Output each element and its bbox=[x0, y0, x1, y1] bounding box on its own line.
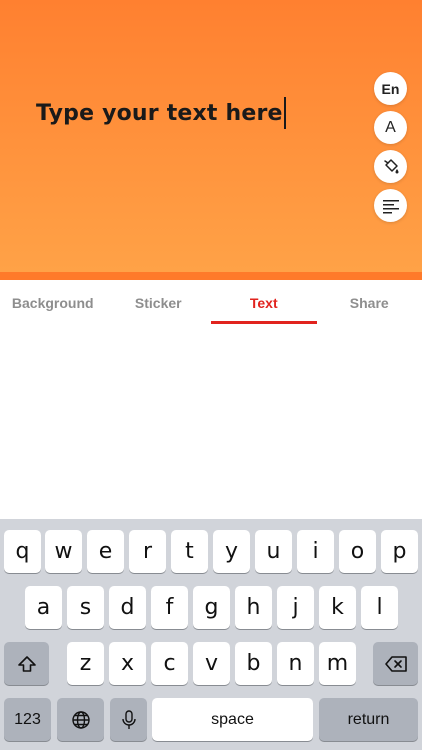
key-s[interactable]: s bbox=[67, 586, 104, 629]
key-a[interactable]: a bbox=[25, 586, 62, 629]
dictation-key[interactable] bbox=[110, 698, 147, 741]
return-key[interactable]: return bbox=[319, 698, 418, 741]
key-i[interactable]: i bbox=[297, 530, 334, 573]
globe-icon bbox=[71, 710, 90, 729]
key-n[interactable]: n bbox=[277, 642, 314, 685]
key-l[interactable]: l bbox=[361, 586, 398, 629]
key-e[interactable]: e bbox=[87, 530, 124, 573]
key-x[interactable]: x bbox=[109, 642, 146, 685]
key-r[interactable]: r bbox=[129, 530, 166, 573]
paint-bucket-icon bbox=[383, 158, 398, 173]
key-c[interactable]: c bbox=[151, 642, 188, 685]
text-canvas[interactable] bbox=[0, 0, 422, 272]
key-o[interactable]: o bbox=[339, 530, 376, 573]
language-button[interactable]: En bbox=[374, 72, 407, 105]
align-button[interactable] bbox=[374, 189, 407, 222]
key-h[interactable]: h bbox=[235, 586, 272, 629]
key-w[interactable]: w bbox=[45, 530, 82, 573]
key-b[interactable]: b bbox=[235, 642, 272, 685]
key-u[interactable]: u bbox=[255, 530, 292, 573]
tab-background[interactable]: Background bbox=[0, 280, 106, 326]
key-j[interactable]: j bbox=[277, 586, 314, 629]
globe-key[interactable] bbox=[57, 698, 104, 741]
tab-share[interactable]: Share bbox=[317, 280, 422, 326]
delete-key[interactable] bbox=[373, 642, 418, 685]
space-key[interactable]: space bbox=[152, 698, 313, 741]
font-button[interactable]: A bbox=[374, 111, 407, 144]
tab-bar: Background Sticker Text Share bbox=[0, 280, 422, 326]
key-p[interactable]: p bbox=[381, 530, 418, 573]
tab-sticker[interactable]: Sticker bbox=[106, 280, 212, 326]
key-k[interactable]: k bbox=[319, 586, 356, 629]
keyboard: q w e r t y u i o p a s d f g h j k l z … bbox=[0, 519, 422, 750]
shift-icon bbox=[17, 655, 36, 672]
key-v[interactable]: v bbox=[193, 642, 230, 685]
text-caret bbox=[283, 97, 286, 129]
key-g[interactable]: g bbox=[193, 586, 230, 629]
key-t[interactable]: t bbox=[171, 530, 208, 573]
microphone-icon bbox=[121, 709, 136, 729]
backspace-icon bbox=[384, 655, 407, 672]
key-f[interactable]: f bbox=[151, 586, 188, 629]
tab-text[interactable]: Text bbox=[211, 280, 317, 326]
canvas-text-field[interactable]: Type your text here bbox=[36, 96, 286, 130]
align-left-icon bbox=[382, 199, 399, 213]
language-icon: En bbox=[381, 80, 400, 97]
canvas-divider bbox=[0, 272, 422, 280]
color-button[interactable] bbox=[374, 150, 407, 183]
key-q[interactable]: q bbox=[4, 530, 41, 573]
font-icon: A bbox=[385, 118, 396, 136]
key-y[interactable]: y bbox=[213, 530, 250, 573]
canvas-text: Type your text here bbox=[36, 100, 283, 126]
key-z[interactable]: z bbox=[67, 642, 104, 685]
key-m[interactable]: m bbox=[319, 642, 356, 685]
shift-key[interactable] bbox=[4, 642, 49, 685]
key-d[interactable]: d bbox=[109, 586, 146, 629]
numbers-key[interactable]: 123 bbox=[4, 698, 51, 741]
